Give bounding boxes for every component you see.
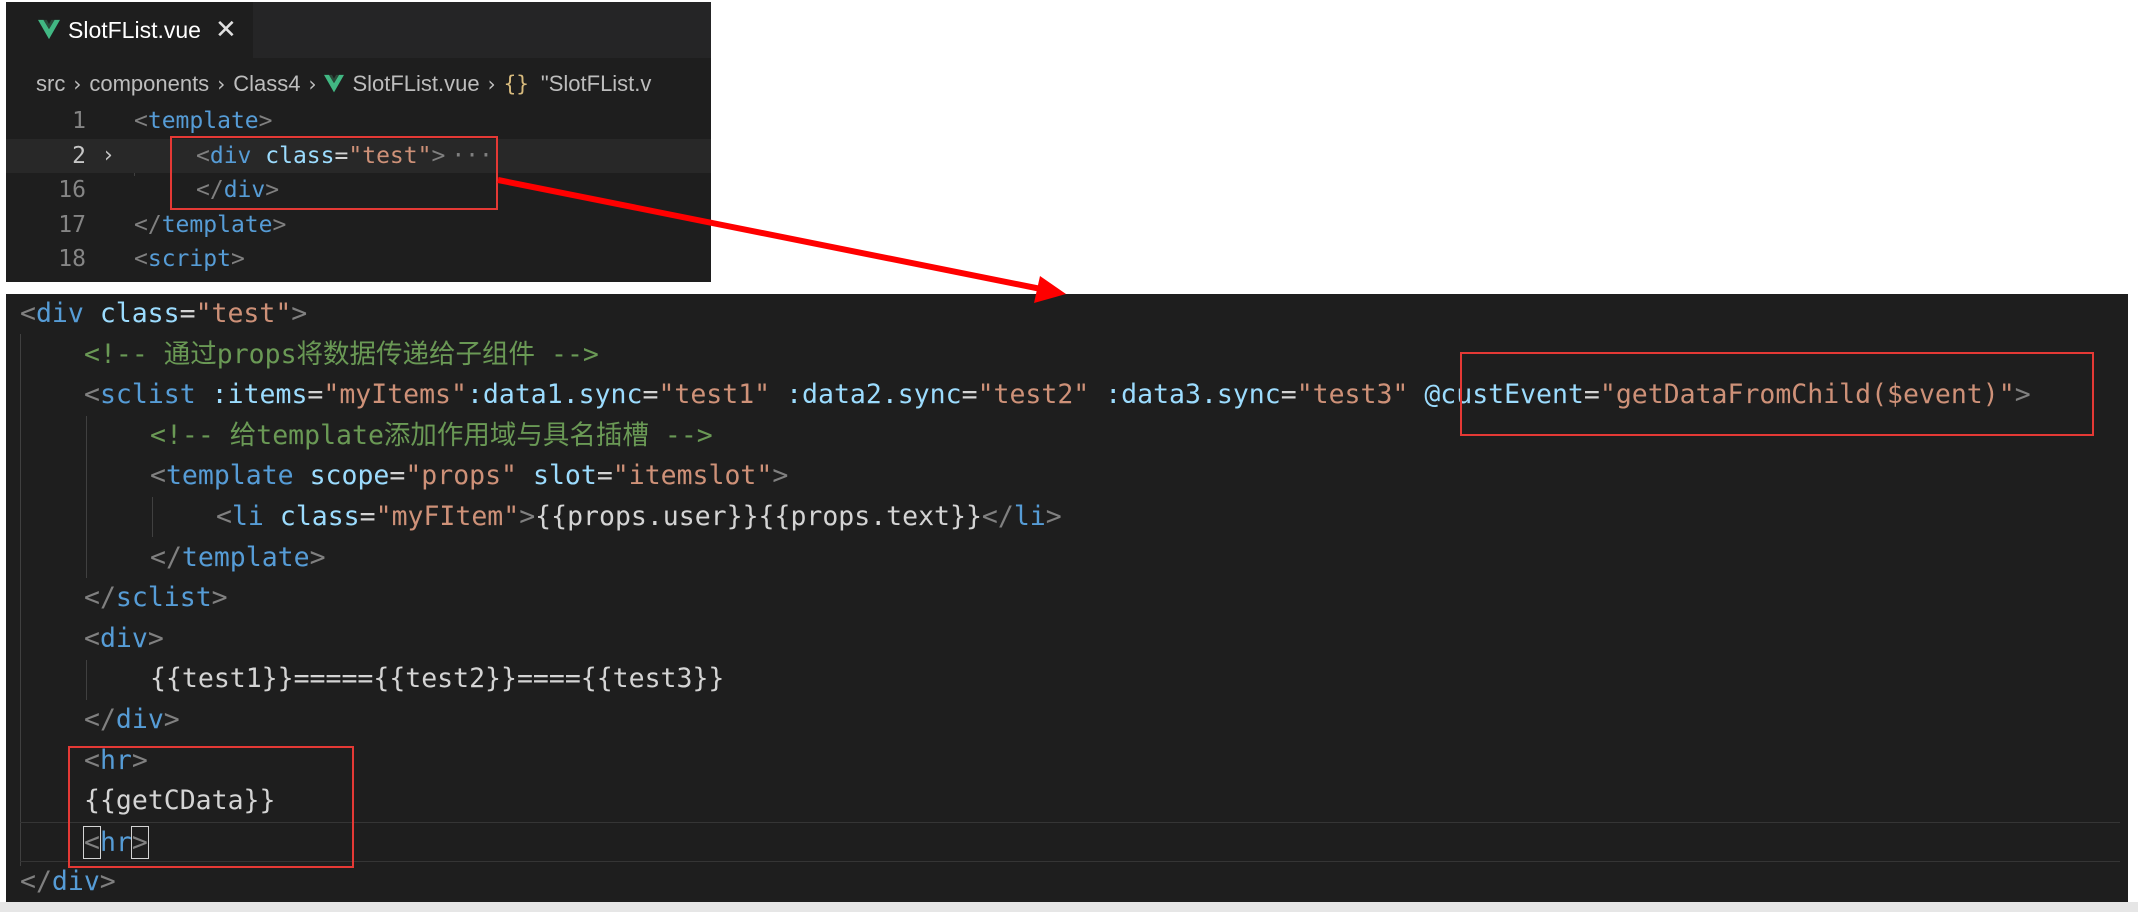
- vue-file-icon: [38, 19, 60, 40]
- code-line-current: <hr>: [20, 821, 2120, 863]
- code-comment: <!-- 通过props将数据传递给子组件 -->: [84, 338, 599, 370]
- line-number: 1: [72, 108, 86, 134]
- code-text: {{getCData}}: [84, 785, 276, 817]
- code-line: {{getCData}}: [20, 781, 2120, 822]
- fold-ellipsis[interactable]: ···: [451, 143, 493, 169]
- code-text: <div class="test">: [20, 298, 308, 329]
- close-icon[interactable]: ✕: [215, 15, 237, 45]
- code-line: <template scope="props" slot="itemslot">: [20, 456, 2120, 497]
- code-text: <template>: [134, 108, 273, 134]
- code-line: <li class="myFItem">{{props.user}}{{prop…: [20, 497, 2120, 538]
- line-number: 2: [72, 142, 86, 169]
- breadcrumb-item-class4[interactable]: Class4: [233, 71, 300, 97]
- chevron-right-icon: ›: [217, 72, 226, 96]
- breadcrumb-item-src[interactable]: src: [36, 71, 65, 97]
- code-line: 2 › <div class="test"> ···: [6, 138, 711, 174]
- chevron-right-icon: ›: [73, 72, 82, 96]
- tab-bar: SlotFList.vue ✕: [6, 2, 711, 58]
- chevron-right-icon: ›: [487, 72, 496, 96]
- line-number: 17: [58, 211, 86, 238]
- code-line: </template>: [20, 538, 2120, 579]
- code-line: <hr>: [20, 741, 2120, 782]
- code-line: <div class="test">: [20, 294, 2120, 335]
- code-text: <div class="test"> ···: [196, 142, 493, 169]
- code-line: 16 </div>: [6, 173, 711, 208]
- code-text: </div>: [84, 703, 180, 735]
- code-area-bottom[interactable]: <div class="test"> <!-- 通过props将数据传递给子组件…: [20, 294, 2120, 902]
- code-line: <!-- 通过props将数据传递给子组件 -->: [20, 335, 2120, 376]
- code-line: <!-- 给template添加作用域与具名插槽 -->: [20, 416, 2120, 457]
- breadcrumb: src › components › Class4 › SlotFList.vu…: [36, 64, 651, 104]
- code-comment: <!-- 给template添加作用域与具名插槽 -->: [150, 419, 713, 451]
- code-text: </div>: [20, 866, 116, 898]
- code-text: </template>: [150, 541, 326, 573]
- code-line: 17 </template>: [6, 208, 711, 243]
- code-text: <li class="myFItem">{{props.user}}{{prop…: [216, 500, 1062, 532]
- vue-file-icon: [324, 74, 345, 93]
- code-line: 1 <template>: [6, 104, 711, 139]
- editor-tab[interactable]: SlotFList.vue ✕: [6, 2, 253, 58]
- code-line: </div>: [20, 862, 2120, 902]
- symbol-braces-icon: {}: [503, 72, 529, 96]
- bottom-strip: [0, 902, 2138, 912]
- line-number: 16: [58, 177, 86, 204]
- code-text: <template scope="props" slot="itemslot">: [150, 460, 789, 492]
- breadcrumb-item-file[interactable]: SlotFList.vue: [352, 71, 479, 97]
- code-line: 18 <script>: [6, 242, 711, 277]
- code-area-top[interactable]: 1 <template> 2 › <div class="test"> ··· 1…: [6, 104, 711, 277]
- breadcrumb-symbol[interactable]: "SlotFList.v: [541, 71, 652, 97]
- code-text: <sclist :items="myItems":data1.sync="tes…: [84, 379, 2031, 411]
- top-editor-pane: SlotFList.vue ✕ src › components › Class…: [6, 2, 711, 282]
- code-line: <div>: [20, 619, 2120, 660]
- code-text: <hr>: [83, 825, 149, 859]
- code-text: <hr>: [84, 744, 148, 776]
- code-text: <script>: [134, 246, 245, 273]
- code-line: </sclist>: [20, 578, 2120, 619]
- chevron-right-icon[interactable]: ›: [104, 139, 113, 174]
- bottom-editor-pane: <div class="test"> <!-- 通过props将数据传递给子组件…: [6, 294, 2128, 902]
- code-text: </div>: [196, 177, 280, 204]
- tab-label: SlotFList.vue: [68, 16, 201, 43]
- code-line: <sclist :items="myItems":data1.sync="tes…: [20, 375, 2120, 416]
- code-line: </div>: [20, 700, 2120, 741]
- code-text: </sclist>: [84, 582, 228, 614]
- line-number: 18: [58, 246, 86, 273]
- code-text: {{test1}}====={{test2}}===={{test3}}: [150, 663, 725, 695]
- code-text: <div>: [84, 622, 164, 654]
- chevron-right-icon: ›: [308, 72, 317, 96]
- code-line: {{test1}}====={{test2}}===={{test3}}: [20, 659, 2120, 700]
- code-text: </template>: [134, 211, 287, 238]
- breadcrumb-item-components[interactable]: components: [89, 71, 209, 97]
